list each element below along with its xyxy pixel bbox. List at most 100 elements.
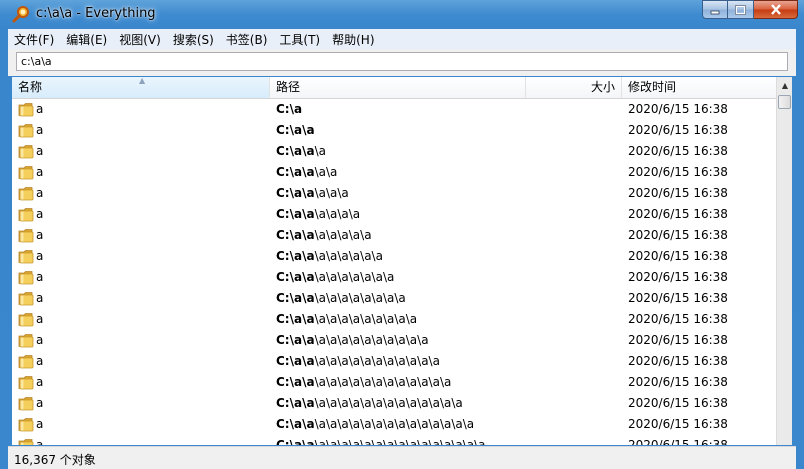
folder-icon bbox=[18, 166, 34, 180]
row-path-match: C:\a\a bbox=[276, 312, 315, 326]
row-name: a bbox=[36, 438, 44, 445]
table-row[interactable]: a C:\a\a\a\a\a\a\a\a\a\a\a\a 2020/6/15 16:… bbox=[12, 330, 776, 351]
row-name: a bbox=[36, 144, 44, 158]
table-row[interactable]: a C:\a\a\a\a\a\a\a\a\a\a\a\a\a\a\a 2020/6/… bbox=[12, 393, 776, 414]
row-path-rest: \a\a\a\a\a\a\a bbox=[314, 270, 395, 284]
row-date: 2020/6/15 16:38 bbox=[628, 249, 728, 263]
folder-icon bbox=[18, 334, 34, 348]
column-header-name[interactable]: 名称 ▲ bbox=[12, 77, 270, 98]
table-row[interactable]: a C:\a\a\a\a\a\a\a\a\a\a\a 2020/6/15 16:38 bbox=[12, 309, 776, 330]
row-path-rest: \a\a\a\a\a\a\a\a\a\a\a bbox=[314, 354, 440, 368]
row-path: C:\a\a\a\a\a\a\a\a\a\a\a\a\a bbox=[276, 351, 440, 372]
table-row[interactable]: a C:\a\a\a\a\a\a\a\a 2020/6/15 16:38 bbox=[12, 246, 776, 267]
row-path: C:\a\a\a\a\a\a\a bbox=[276, 225, 372, 246]
row-date: 2020/6/15 16:38 bbox=[628, 270, 728, 284]
table-row[interactable]: a C:\a\a\a\a\a\a\a\a\a\a\a\a\a\a\a\a 2020/… bbox=[12, 414, 776, 435]
row-path-rest: \a\a\a\a\a\a\a\a\a\a\a\a\a bbox=[314, 396, 463, 410]
row-name: a bbox=[36, 186, 44, 200]
row-name: a bbox=[36, 102, 44, 116]
table-row[interactable]: a C:\a\a\a\a\a\a\a 2020/6/15 16:38 bbox=[12, 225, 776, 246]
column-header-date[interactable]: 修改时间 bbox=[622, 77, 776, 98]
row-path-rest: \a\a\a\a\a\a bbox=[314, 249, 383, 263]
row-path-rest: \a\a\a\a bbox=[314, 207, 361, 221]
close-button[interactable] bbox=[754, 0, 798, 19]
row-date: 2020/6/15 16:38 bbox=[628, 375, 728, 389]
menu-help[interactable]: 帮助(H) bbox=[326, 31, 380, 48]
row-path-match: C:\a\a bbox=[276, 375, 315, 389]
row-path-match: C:\a\a bbox=[276, 144, 315, 158]
row-path: C:\a\a\a\a\a\a\a\a\a\a\a\a\a\a bbox=[276, 372, 451, 393]
scroll-thumb[interactable] bbox=[778, 95, 791, 109]
scroll-up-button[interactable]: ▲ bbox=[777, 77, 792, 94]
row-path-match: C:\a\a bbox=[276, 207, 315, 221]
maximize-button[interactable] bbox=[728, 0, 754, 19]
row-date: 2020/6/15 16:38 bbox=[628, 165, 728, 179]
row-date: 2020/6/15 16:38 bbox=[628, 207, 728, 221]
row-name: a bbox=[36, 270, 44, 284]
row-date: 2020/6/15 16:38 bbox=[628, 102, 728, 116]
row-path: C:\a\a\a\a\a\a\a\a\a\a\a\a\a\a\a\a\a bbox=[276, 435, 486, 445]
folder-icon bbox=[18, 355, 34, 369]
column-header-size[interactable]: 大小 bbox=[526, 77, 622, 98]
table-row[interactable]: a C:\a\a\a\a\a\a 2020/6/15 16:38 bbox=[12, 204, 776, 225]
table-row[interactable]: a C:\a\a\a\a\a\a\a\a\a\a 2020/6/15 16:38 bbox=[12, 288, 776, 309]
row-path-match: C:\a\a bbox=[276, 333, 315, 347]
row-path-match: C:\a\a bbox=[276, 354, 315, 368]
status-bar: 16,367 个对象 bbox=[8, 446, 796, 469]
menu-edit[interactable]: 编辑(E) bbox=[60, 31, 113, 48]
everything-window: c:\a\a - Everything 文件(F) 编辑(E) 视图(V) 搜索… bbox=[0, 0, 804, 469]
search-input[interactable] bbox=[16, 52, 788, 71]
folder-icon bbox=[18, 376, 34, 390]
table-row[interactable]: a C:\a\a\a\a\a 2020/6/15 16:38 bbox=[12, 183, 776, 204]
row-path: C:\a\a\a bbox=[276, 141, 326, 162]
menu-view[interactable]: 视图(V) bbox=[113, 31, 167, 48]
table-row[interactable]: a C:\a\a\a\a\a\a\a\a\a\a\a\a\a\a\a\a\a 202… bbox=[12, 435, 776, 445]
row-path-rest: \a\a\a\a\a\a\a\a\a\a\a\a\a\a\a bbox=[314, 438, 486, 445]
menu-file[interactable]: 文件(F) bbox=[8, 31, 60, 48]
table-row[interactable]: a C:\a\a\a\a\a\a\a\a\a 2020/6/15 16:38 bbox=[12, 267, 776, 288]
row-name: a bbox=[36, 333, 44, 347]
row-path-match: C:\a\a bbox=[276, 396, 315, 410]
row-name: a bbox=[36, 291, 44, 305]
folder-icon bbox=[18, 145, 34, 159]
row-name: a bbox=[36, 417, 44, 431]
results-list: 名称 ▲ 路径 大小 修改时间 a C:\a 2020/6/15 16:38 a C:\… bbox=[12, 77, 792, 445]
folder-icon bbox=[18, 397, 34, 411]
row-path-match: C:\a\a bbox=[276, 186, 315, 200]
folder-icon bbox=[18, 439, 34, 445]
row-path: C:\a\a\a\a\a\a bbox=[276, 204, 360, 225]
table-row[interactable]: a C:\a\a\a\a\a\a\a\a\a\a\a\a\a 2020/6/15 1… bbox=[12, 351, 776, 372]
row-path-match: C:\a bbox=[276, 102, 303, 116]
row-path-rest: \a\a\a\a\a\a\a\a\a\a\a\a\a\a bbox=[314, 417, 475, 431]
menu-bookmarks[interactable]: 书签(B) bbox=[220, 31, 274, 48]
sort-ascending-icon: ▲ bbox=[139, 77, 146, 85]
caption-buttons bbox=[702, 0, 798, 20]
title-bar[interactable]: c:\a\a - Everything bbox=[0, 0, 804, 29]
folder-icon bbox=[18, 250, 34, 264]
column-path-label: 路径 bbox=[276, 80, 301, 94]
window-title: c:\a\a - Everything bbox=[36, 6, 156, 21]
vertical-scrollbar[interactable]: ▲ bbox=[776, 77, 792, 445]
table-row[interactable]: a C:\a\a\a\a 2020/6/15 16:38 bbox=[12, 162, 776, 183]
table-row[interactable]: a C:\a\a 2020/6/15 16:38 bbox=[12, 120, 776, 141]
minimize-button[interactable] bbox=[702, 0, 728, 19]
menu-search[interactable]: 搜索(S) bbox=[167, 31, 220, 48]
row-path-rest: \a\a\a bbox=[314, 186, 349, 200]
row-path-match: C:\a\a bbox=[276, 165, 315, 179]
row-path-match: C:\a\a bbox=[276, 228, 315, 242]
menu-tools[interactable]: 工具(T) bbox=[273, 31, 326, 48]
row-name: a bbox=[36, 312, 44, 326]
row-path-match: C:\a\a bbox=[276, 123, 315, 137]
table-row[interactable]: a C:\a\a\a 2020/6/15 16:38 bbox=[12, 141, 776, 162]
row-path-rest: \a\a\a\a\a\a\a\a\a\a bbox=[314, 333, 429, 347]
column-header-path[interactable]: 路径 bbox=[270, 77, 526, 98]
table-row[interactable]: a C:\a 2020/6/15 16:38 bbox=[12, 99, 776, 120]
magnifier-icon bbox=[12, 6, 29, 23]
row-path-rest: \a\a\a\a\a\a\a\a\a\a\a\a bbox=[314, 375, 452, 389]
column-name-label: 名称 bbox=[18, 80, 43, 94]
row-date: 2020/6/15 16:38 bbox=[628, 291, 728, 305]
folder-icon bbox=[18, 229, 34, 243]
row-date: 2020/6/15 16:38 bbox=[628, 417, 728, 431]
table-row[interactable]: a C:\a\a\a\a\a\a\a\a\a\a\a\a\a\a 2020/6/15… bbox=[12, 372, 776, 393]
folder-icon bbox=[18, 103, 34, 117]
